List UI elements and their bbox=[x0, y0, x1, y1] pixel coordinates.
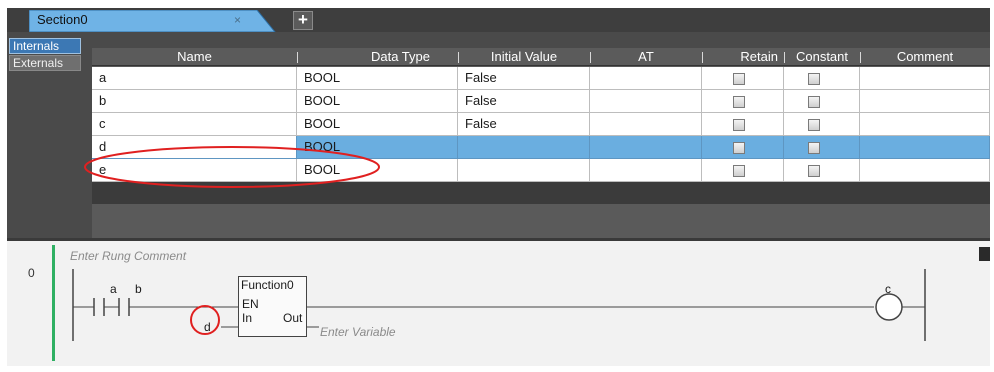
contact-a-label[interactable]: a bbox=[110, 282, 117, 296]
cell-data-type[interactable]: BOOL bbox=[297, 159, 458, 182]
ladder-diagram bbox=[72, 269, 926, 341]
table-row[interactable]: c BOOL False bbox=[92, 113, 990, 136]
tab-strip: Section0 × + bbox=[7, 8, 990, 32]
contact-b-label[interactable]: b bbox=[135, 282, 142, 296]
variable-grid: Name Data Type Initial Value AT Retain C… bbox=[92, 48, 990, 238]
cell-comment[interactable] bbox=[860, 136, 990, 159]
cell-name[interactable]: a bbox=[92, 67, 297, 90]
constant-checkbox[interactable] bbox=[808, 73, 820, 85]
column-header-at[interactable]: AT bbox=[590, 48, 702, 66]
cell-retain bbox=[702, 159, 784, 182]
cell-at[interactable] bbox=[590, 136, 702, 159]
cell-at[interactable] bbox=[590, 67, 702, 90]
cell-comment[interactable] bbox=[860, 159, 990, 182]
cell-constant bbox=[784, 159, 860, 182]
cell-at[interactable] bbox=[590, 113, 702, 136]
cell-constant bbox=[784, 136, 860, 159]
column-header-comment[interactable]: Comment bbox=[860, 48, 990, 66]
constant-checkbox[interactable] bbox=[808, 142, 820, 154]
tab-label: Section0 bbox=[37, 12, 88, 27]
cell-at[interactable] bbox=[590, 90, 702, 113]
coil-label[interactable]: c bbox=[885, 282, 891, 296]
retain-checkbox[interactable] bbox=[733, 165, 745, 177]
cell-initial-value[interactable] bbox=[458, 136, 590, 159]
variable-scope-tabs: Internals Externals bbox=[9, 38, 89, 72]
cell-retain bbox=[702, 67, 784, 90]
constant-checkbox[interactable] bbox=[808, 119, 820, 131]
scrollbar-thumb[interactable] bbox=[979, 247, 990, 261]
cell-comment[interactable] bbox=[860, 67, 990, 90]
cell-initial-value[interactable]: False bbox=[458, 67, 590, 90]
cell-name[interactable]: e bbox=[92, 159, 297, 182]
column-header-name[interactable]: Name bbox=[92, 48, 297, 66]
cell-data-type[interactable]: BOOL bbox=[297, 67, 458, 90]
column-header-retain[interactable]: Retain bbox=[702, 48, 784, 66]
constant-checkbox[interactable] bbox=[808, 96, 820, 108]
table-row[interactable]: b BOOL False bbox=[92, 90, 990, 113]
column-header-data-type[interactable]: Data Type bbox=[297, 48, 458, 66]
column-header-constant[interactable]: Constant bbox=[784, 48, 860, 66]
pin-out: Out bbox=[283, 311, 303, 325]
grid-header: Name Data Type Initial Value AT Retain C… bbox=[92, 48, 990, 66]
cell-name-editing[interactable]: d bbox=[92, 136, 297, 159]
table-row[interactable]: a BOOL False bbox=[92, 67, 990, 90]
pin-in: In bbox=[242, 311, 253, 325]
grid-new-row-area[interactable] bbox=[92, 182, 990, 204]
tab-externals[interactable]: Externals bbox=[9, 55, 81, 71]
cell-data-type[interactable]: BOOL bbox=[297, 136, 458, 159]
cell-name[interactable]: b bbox=[92, 90, 297, 113]
cell-initial-value[interactable]: False bbox=[458, 113, 590, 136]
coil-c bbox=[875, 293, 903, 321]
cell-retain bbox=[702, 90, 784, 113]
editor-window: Section0 × + Internals Externals Name Da… bbox=[7, 8, 990, 366]
cell-initial-value[interactable] bbox=[458, 159, 590, 182]
table-row[interactable]: e BOOL bbox=[92, 159, 990, 182]
add-tab-button[interactable]: + bbox=[293, 11, 313, 30]
function-block[interactable]: Function0 EN In Out bbox=[238, 276, 307, 337]
cell-constant bbox=[784, 67, 860, 90]
retain-checkbox[interactable] bbox=[733, 142, 745, 154]
cell-comment[interactable] bbox=[860, 90, 990, 113]
cell-data-type[interactable]: BOOL bbox=[297, 90, 458, 113]
table-row-selected[interactable]: d BOOL bbox=[92, 136, 990, 159]
ladder-editor[interactable]: 0 Enter Rung Comment a b c Function0 EN … bbox=[7, 238, 990, 366]
retain-checkbox[interactable] bbox=[733, 96, 745, 108]
input-variable-label[interactable]: d bbox=[204, 320, 211, 334]
cell-constant bbox=[784, 113, 860, 136]
cell-comment[interactable] bbox=[860, 113, 990, 136]
cell-initial-value[interactable]: False bbox=[458, 90, 590, 113]
cell-constant bbox=[784, 90, 860, 113]
cell-retain bbox=[702, 136, 784, 159]
function-block-name: Function0 bbox=[241, 278, 294, 292]
close-icon[interactable]: × bbox=[234, 13, 241, 27]
cell-retain bbox=[702, 113, 784, 136]
cell-data-type[interactable]: BOOL bbox=[297, 113, 458, 136]
output-variable-placeholder[interactable]: Enter Variable bbox=[320, 325, 396, 339]
constant-checkbox[interactable] bbox=[808, 165, 820, 177]
column-header-initial-value[interactable]: Initial Value bbox=[458, 48, 590, 66]
retain-checkbox[interactable] bbox=[733, 73, 745, 85]
retain-checkbox[interactable] bbox=[733, 119, 745, 131]
tab-internals[interactable]: Internals bbox=[9, 38, 81, 54]
tab-section0[interactable]: Section0 × bbox=[29, 10, 277, 32]
cell-at[interactable] bbox=[590, 159, 702, 182]
variable-table-area: Internals Externals Name Data Type Initi… bbox=[7, 32, 990, 238]
pin-en: EN bbox=[242, 297, 259, 311]
cell-name[interactable]: c bbox=[92, 113, 297, 136]
